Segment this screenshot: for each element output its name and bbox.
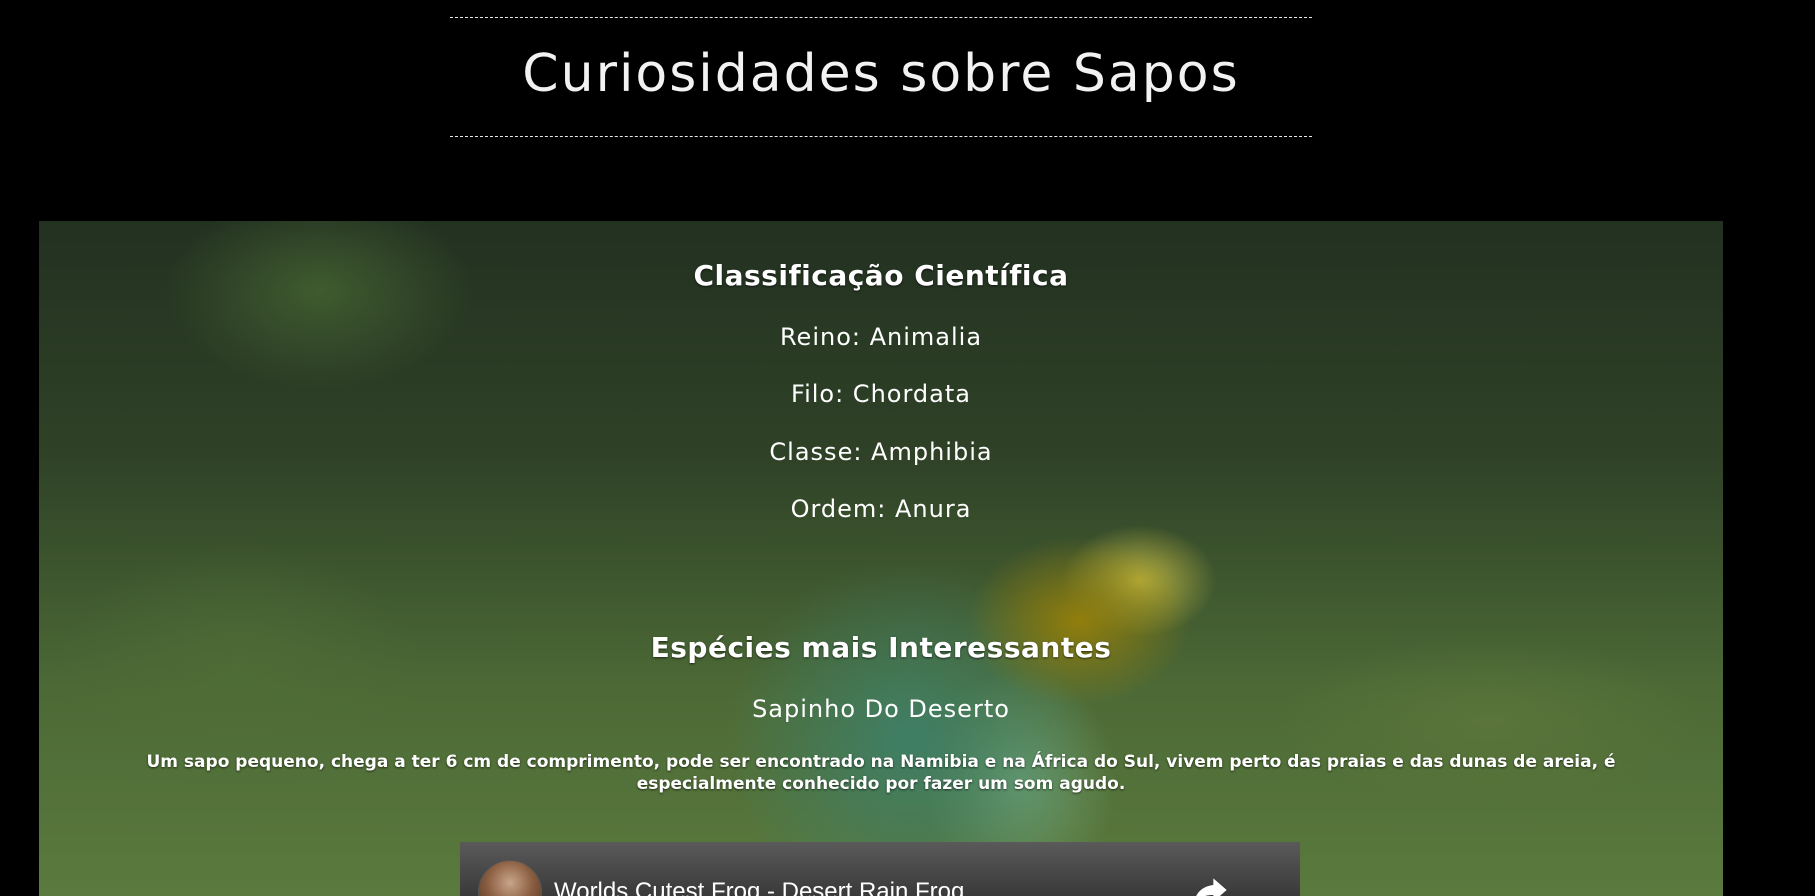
- share-icon[interactable]: [1190, 870, 1230, 896]
- species-section: Espécies mais Interessantes: [39, 631, 1723, 664]
- video-title[interactable]: Worlds Cutest Frog - Desert Rain Frog: [554, 878, 964, 896]
- classification-classe: Classe: Amphibia: [769, 438, 993, 466]
- content-panel: Classificação Científica Reino: Animalia…: [39, 221, 1723, 896]
- classification-filo: Filo: Chordata: [791, 380, 971, 408]
- video-embed[interactable]: Worlds Cutest Frog - Desert Rain Frog: [460, 842, 1300, 896]
- species-description: Um sapo pequeno, chega a ter 6 cm de com…: [146, 752, 1616, 794]
- classification-ordem: Ordem: Anura: [790, 495, 972, 523]
- classification-reino: Reino: Animalia: [779, 323, 983, 351]
- classification-section: Classificação Científica: [39, 259, 1723, 292]
- header-divider-top: [450, 17, 1312, 18]
- species-name: Sapinho Do Deserto: [752, 695, 1010, 723]
- header-divider-bottom: [450, 136, 1312, 137]
- channel-avatar[interactable]: [478, 860, 542, 896]
- page-header: Curiosidades sobre Sapos: [0, 0, 1762, 160]
- classification-heading: Classificação Científica: [693, 259, 1069, 292]
- page-title: Curiosidades sobre Sapos: [522, 44, 1240, 104]
- species-heading: Espécies mais Interessantes: [650, 631, 1112, 664]
